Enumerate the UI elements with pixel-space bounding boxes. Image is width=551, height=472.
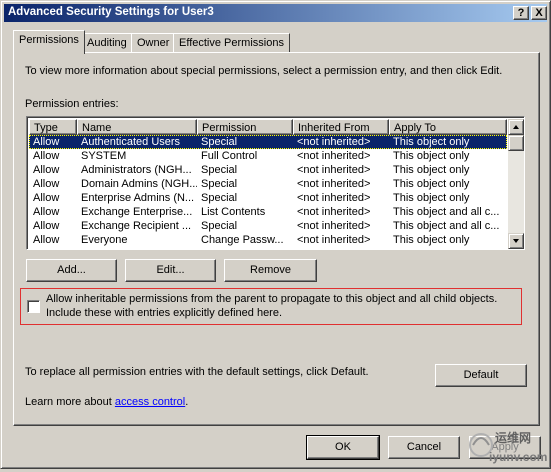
cell-apply-to: This object only: [393, 234, 470, 246]
cell-inherited-from: <not inherited>: [297, 234, 371, 246]
cell-apply-to: This object only: [393, 136, 470, 148]
scroll-down-button[interactable]: [508, 233, 524, 249]
cell-inherited-from: <not inherited>: [297, 136, 371, 148]
window-title: Advanced Security Settings for User3: [8, 6, 214, 18]
scroll-up-arrow-icon: [513, 125, 519, 129]
title-bar[interactable]: Advanced Security Settings for User3 ? X: [4, 4, 547, 22]
cell-apply-to: This object only: [393, 164, 470, 176]
table-row[interactable]: Allow Administrators (NGH... Special <not i…: [29, 163, 507, 177]
cell-name: Enterprise Admins (N...: [81, 192, 195, 204]
inherit-permissions-label[interactable]: Allow inheritable permissions from the p…: [46, 292, 518, 320]
cell-permission: Change Passw...: [201, 234, 284, 246]
list-rows: Allow Authenticated Users Special <not inhe…: [29, 135, 507, 248]
cell-inherited-from: <not inherited>: [293, 247, 389, 248]
table-row[interactable]: Allow Enterprise Admins (N... Special <not …: [29, 191, 507, 205]
cell-permission: Special: [201, 136, 238, 148]
cell-type: Allow: [33, 206, 60, 218]
table-row[interactable]: Allow Exchange Enterprise... List Contents…: [29, 205, 507, 219]
cell-inherited-from: <not inherited>: [297, 178, 371, 190]
cell-permission: Special: [201, 220, 238, 232]
column-header-apply-to[interactable]: Apply To: [389, 119, 507, 135]
cell-type: Allow: [33, 220, 60, 232]
table-row[interactable]: AllowSELFChange Passw...<not inherited>T…: [29, 247, 507, 248]
cell-inherited-from: <not inherited>: [297, 150, 371, 162]
scroll-up-button[interactable]: [508, 119, 524, 135]
cell-inherited-from: <not inherited>: [297, 206, 371, 218]
tab-permissions[interactable]: Permissions: [13, 30, 85, 54]
vertical-scrollbar[interactable]: [508, 119, 524, 249]
tab-effective-permissions[interactable]: Effective Permissions: [173, 33, 290, 53]
cell-inherited-from: <not inherited>: [297, 192, 371, 204]
watermark-logo: 运维网 iyunv.com: [467, 423, 551, 469]
cancel-button[interactable]: Cancel: [388, 436, 460, 459]
column-header-type[interactable]: Type: [29, 119, 77, 135]
cell-name: Exchange Recipient ...: [81, 220, 192, 232]
cell-apply-to: This object only: [393, 150, 470, 162]
intro-text: To view more information about special p…: [25, 65, 503, 77]
learn-more-suffix: .: [185, 396, 189, 408]
cell-apply-to: This object and all c...: [393, 206, 500, 218]
cell-apply-to: This object only: [389, 247, 507, 248]
security-dialog: Advanced Security Settings for User3 ? X…: [0, 0, 551, 469]
help-button[interactable]: ?: [513, 6, 529, 20]
list-header: Type Name Permission Inherited From Appl…: [29, 119, 507, 135]
table-row[interactable]: Allow Authenticated Users Special <not inhe…: [29, 135, 507, 149]
cell-type: Allow: [33, 150, 60, 162]
edit-button[interactable]: Edit...: [125, 259, 216, 282]
scroll-down-arrow-icon: [513, 239, 519, 243]
inherit-permissions-checkbox[interactable]: [27, 300, 40, 313]
scroll-thumb[interactable]: [508, 135, 524, 151]
cell-permission: Special: [201, 192, 238, 204]
cell-type: Allow: [33, 136, 60, 148]
add-button[interactable]: Add...: [26, 259, 117, 282]
cell-name: SYSTEM: [81, 150, 127, 162]
inherit-permissions-group: Allow inheritable permissions from the p…: [20, 288, 522, 325]
table-row[interactable]: Allow Exchange Recipient ... Special <not i…: [29, 219, 507, 233]
cell-permission: List Contents: [201, 206, 266, 218]
cell-permission: Special: [201, 164, 238, 176]
column-header-permission[interactable]: Permission: [197, 119, 293, 135]
column-header-name[interactable]: Name: [77, 119, 197, 135]
learn-more-prefix: Learn more about: [25, 396, 112, 408]
default-button[interactable]: Default: [435, 364, 527, 387]
cell-type: Allow: [33, 192, 60, 204]
cell-type: Allow: [33, 164, 60, 176]
cell-apply-to: This object and all c...: [393, 220, 500, 232]
cell-name: Administrators (NGH...: [81, 164, 192, 176]
watermark-line2: iyunv.com: [489, 450, 548, 464]
cell-inherited-from: <not inherited>: [297, 164, 371, 176]
tab-owner[interactable]: Owner: [131, 33, 176, 53]
permissions-panel: To view more information about special p…: [13, 52, 540, 426]
permission-entries-label: Permission entries:: [25, 98, 119, 110]
cell-permission: Full Control: [201, 150, 258, 162]
cell-name: Authenticated Users: [81, 136, 181, 148]
cell-name: Domain Admins (NGH...: [81, 178, 197, 190]
close-button[interactable]: X: [531, 6, 547, 20]
cell-apply-to: This object only: [393, 178, 470, 190]
tab-auditing[interactable]: Auditing: [81, 33, 133, 53]
cell-type: Allow: [29, 247, 77, 248]
table-row[interactable]: Allow SYSTEM Full Control <not inherited> Th…: [29, 149, 507, 163]
table-row[interactable]: Allow Everyone Change Passw... <not inherit…: [29, 233, 507, 247]
cell-apply-to: This object only: [393, 192, 470, 204]
cell-name: Exchange Enterprise...: [81, 206, 193, 218]
cell-inherited-from: <not inherited>: [297, 220, 371, 232]
table-row[interactable]: Allow Domain Admins (NGH... Special <not in…: [29, 177, 507, 191]
remove-button[interactable]: Remove: [224, 259, 317, 282]
cell-name: SELF: [77, 247, 197, 248]
cell-permission: Special: [201, 178, 238, 190]
ok-button[interactable]: OK: [306, 435, 380, 460]
cell-type: Allow: [33, 178, 60, 190]
cell-type: Allow: [33, 234, 60, 246]
column-header-inherited-from[interactable]: Inherited From: [293, 119, 389, 135]
watermark-line1: 运维网: [495, 431, 532, 445]
cell-name: Everyone: [81, 234, 128, 246]
permission-entries-list[interactable]: Type Name Permission Inherited From Appl…: [26, 116, 525, 250]
access-control-link[interactable]: access control: [115, 396, 185, 408]
default-text: To replace all permission entries with t…: [25, 366, 369, 378]
cell-permission: Change Passw...: [197, 247, 293, 248]
learn-more-text: Learn more about access control.: [25, 396, 188, 408]
